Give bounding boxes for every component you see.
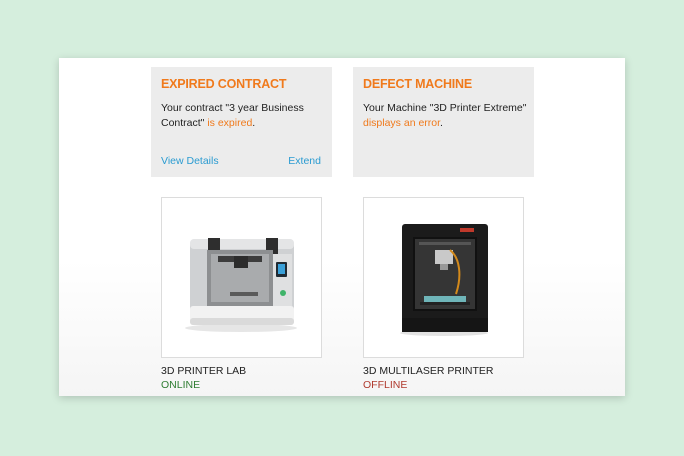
- 3d-multilaser-printer-image: [400, 224, 488, 336]
- defect-machine-card: DEFECT MACHINE Your Machine "3D Printer …: [353, 67, 534, 177]
- card-title: DEFECT MACHINE: [363, 77, 473, 91]
- product-status: OFFLINE: [363, 379, 408, 391]
- 3d-printer-lab-image: [185, 238, 297, 332]
- product-status: ONLINE: [161, 379, 201, 391]
- expired-contract-card: EXPIRED CONTRACT Your contract "3 year B…: [151, 67, 332, 177]
- card-message: Your Machine "3D Printer Extreme" displa…: [363, 101, 531, 131]
- product-name: 3D MULTILASER PRINTER: [363, 365, 494, 377]
- view-details-link[interactable]: View Details: [161, 155, 219, 167]
- product-tile-3d-printer-lab[interactable]: [161, 197, 322, 358]
- card-title: EXPIRED CONTRACT: [161, 77, 287, 91]
- extend-link[interactable]: Extend: [288, 155, 321, 167]
- card-message-text: Your Machine "3D Printer Extreme": [363, 102, 527, 114]
- product-tile-3d-multilaser-printer[interactable]: [363, 197, 524, 358]
- card-message-highlight: displays an error: [363, 117, 441, 129]
- card-message-end: .: [440, 117, 443, 129]
- product-name: 3D PRINTER LAB: [161, 365, 247, 377]
- card-message-end: .: [252, 117, 256, 129]
- card-message-highlight: is expired: [207, 117, 253, 129]
- card-message: Your contract "3 year Business Contract"…: [161, 101, 329, 131]
- dashboard-panel: EXPIRED CONTRACT Your contract "3 year B…: [59, 58, 625, 396]
